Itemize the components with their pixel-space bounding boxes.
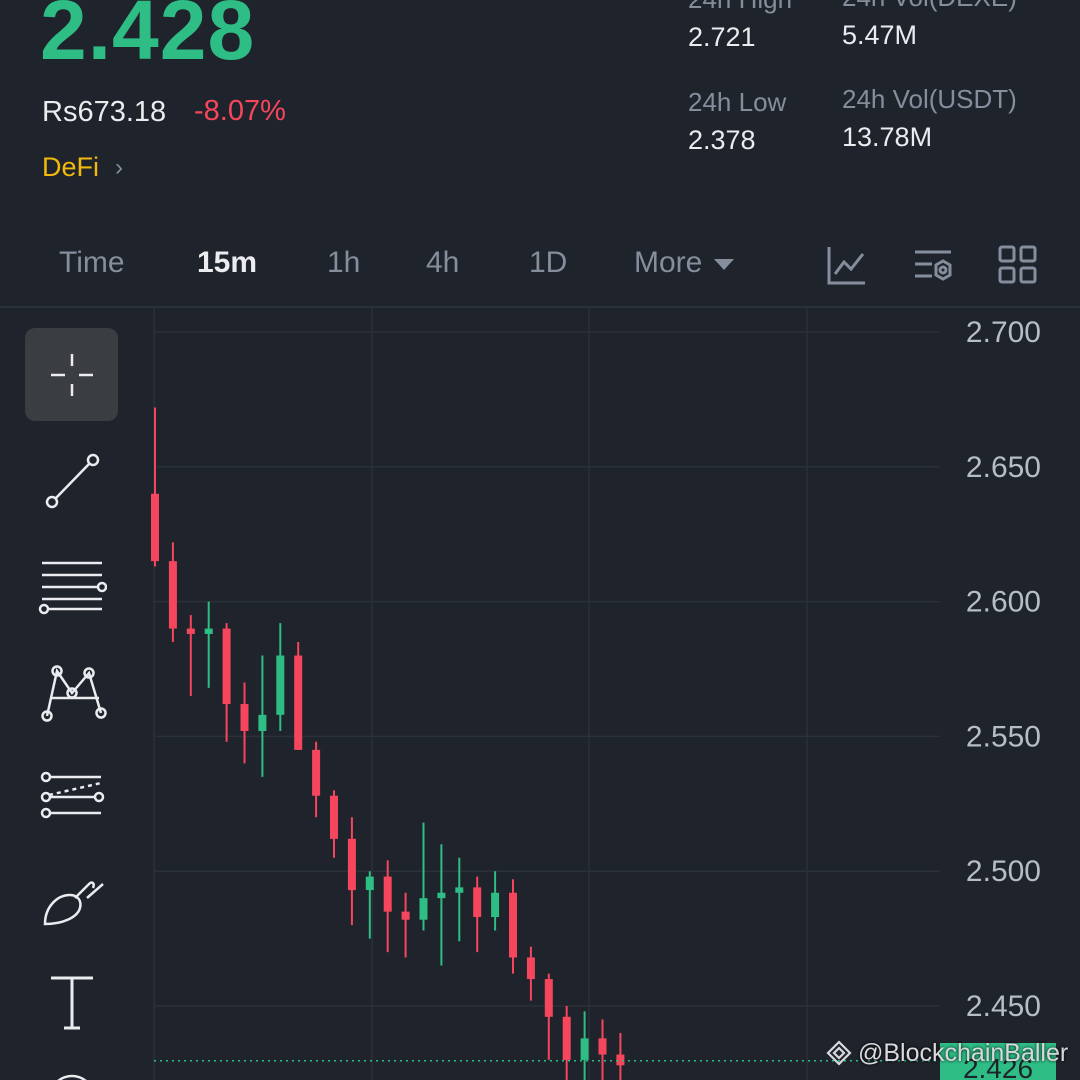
trend-line-tool[interactable] (25, 433, 118, 526)
candle-body (419, 898, 428, 920)
tab-more-label: More (634, 246, 703, 279)
tab-time[interactable]: Time (59, 248, 125, 278)
fiat-price: Rs673.18 (42, 96, 167, 128)
layout-grid-icon[interactable] (998, 244, 1038, 291)
candle-body (509, 892, 517, 958)
stat-value: 13.78M (842, 122, 933, 152)
circle-tool-icon (56, 1074, 87, 1080)
chart-type-icon[interactable] (826, 244, 868, 291)
candle-body (401, 911, 410, 920)
chevron-right-icon: › (115, 153, 124, 181)
candle-body (580, 1038, 589, 1060)
stat-value: 2.721 (688, 22, 756, 52)
stat-label: 24h High (688, 0, 792, 12)
category-link[interactable]: DeFi › (42, 154, 123, 181)
candle-body (240, 704, 249, 732)
candle-body (294, 655, 303, 750)
candle-body (598, 1038, 607, 1055)
horizontal-lines-tool[interactable] (25, 537, 118, 630)
candlestick-chart[interactable]: 2.700 2.650 2.600 2.550 2.500 2.450 (0, 308, 1080, 1080)
market-detail-screen: 2.428 Rs673.18 -8.07% DeFi › 24h High 2.… (0, 0, 1080, 1080)
candle-body (168, 561, 177, 629)
more-tools[interactable] (25, 1058, 118, 1080)
candle-body (562, 1016, 571, 1060)
candle-body (526, 957, 535, 980)
y-tick-label: 2.450 (966, 990, 1041, 1023)
brush-tool[interactable] (25, 850, 118, 943)
candle-body (258, 714, 267, 732)
crosshair-tool[interactable] (25, 328, 118, 421)
last-price: 2.428 (40, 0, 256, 77)
candle-body (616, 1054, 625, 1066)
watermark: @BlockchainBaller (826, 1040, 1068, 1066)
category-label: DeFi (42, 152, 100, 182)
candle-body (204, 628, 213, 634)
stat-24h-low: 24h Low 2.378 (688, 89, 786, 154)
y-tick-label: 2.700 (966, 316, 1041, 349)
diamond-logo-icon (826, 1040, 852, 1066)
tab-1d[interactable]: 1D (529, 248, 567, 278)
stat-value: 2.378 (688, 125, 756, 155)
candle-body (186, 628, 195, 634)
y-tick-label: 2.600 (966, 586, 1041, 619)
candle-body (222, 628, 231, 705)
stat-24h-vol-quote: 24h Vol(USDT) 13.78M (842, 86, 1017, 151)
y-tick-label: 2.550 (966, 720, 1041, 753)
candle-body (312, 749, 321, 796)
channel-tool[interactable] (25, 745, 118, 838)
candle-body (330, 795, 338, 839)
y-tick-label: 2.650 (966, 451, 1041, 484)
stat-label: 24h Vol(DEXE) (842, 0, 1017, 10)
tab-more[interactable]: More (634, 246, 735, 279)
crosshair-icon (50, 353, 93, 396)
interval-tabs: Time 15m 1h 4h 1D More (0, 240, 1080, 306)
text-tool[interactable] (25, 954, 118, 1047)
price-change-percent: -8.07% (194, 95, 286, 127)
pattern-icon (40, 664, 107, 722)
tab-15m[interactable]: 15m (197, 248, 257, 278)
candle-body (151, 493, 159, 562)
tab-1h[interactable]: 1h (327, 248, 360, 278)
candle-body (473, 887, 482, 918)
indicator-settings-icon[interactable] (912, 244, 954, 291)
trend-line-icon (45, 453, 99, 508)
candle-body (437, 892, 446, 899)
candle-body (347, 838, 356, 891)
candle-body (383, 876, 392, 912)
stat-label: 24h Vol(USDT) (842, 84, 1017, 114)
candle-body (544, 979, 553, 1017)
horizontal-lines-icon (38, 561, 107, 614)
candle-body (365, 876, 374, 891)
pattern-tool[interactable] (25, 641, 118, 734)
candle-body (491, 892, 500, 918)
brush-icon (43, 880, 104, 925)
tab-4h[interactable]: 4h (426, 248, 459, 278)
candle-body (276, 655, 285, 715)
stat-label: 24h Low (688, 87, 787, 117)
y-tick-label: 2.500 (966, 855, 1041, 888)
channel-icon (40, 771, 104, 818)
stat-24h-vol-base: 24h Vol(DEXE) 5.47M (842, 0, 1017, 49)
caret-down-icon (714, 258, 735, 270)
text-icon (50, 976, 93, 1029)
stat-value: 5.47M (842, 20, 918, 50)
candle-body (455, 887, 464, 893)
stat-24h-high: 24h High 2.721 (688, 0, 792, 51)
watermark-text: @BlockchainBaller (858, 1038, 1069, 1067)
